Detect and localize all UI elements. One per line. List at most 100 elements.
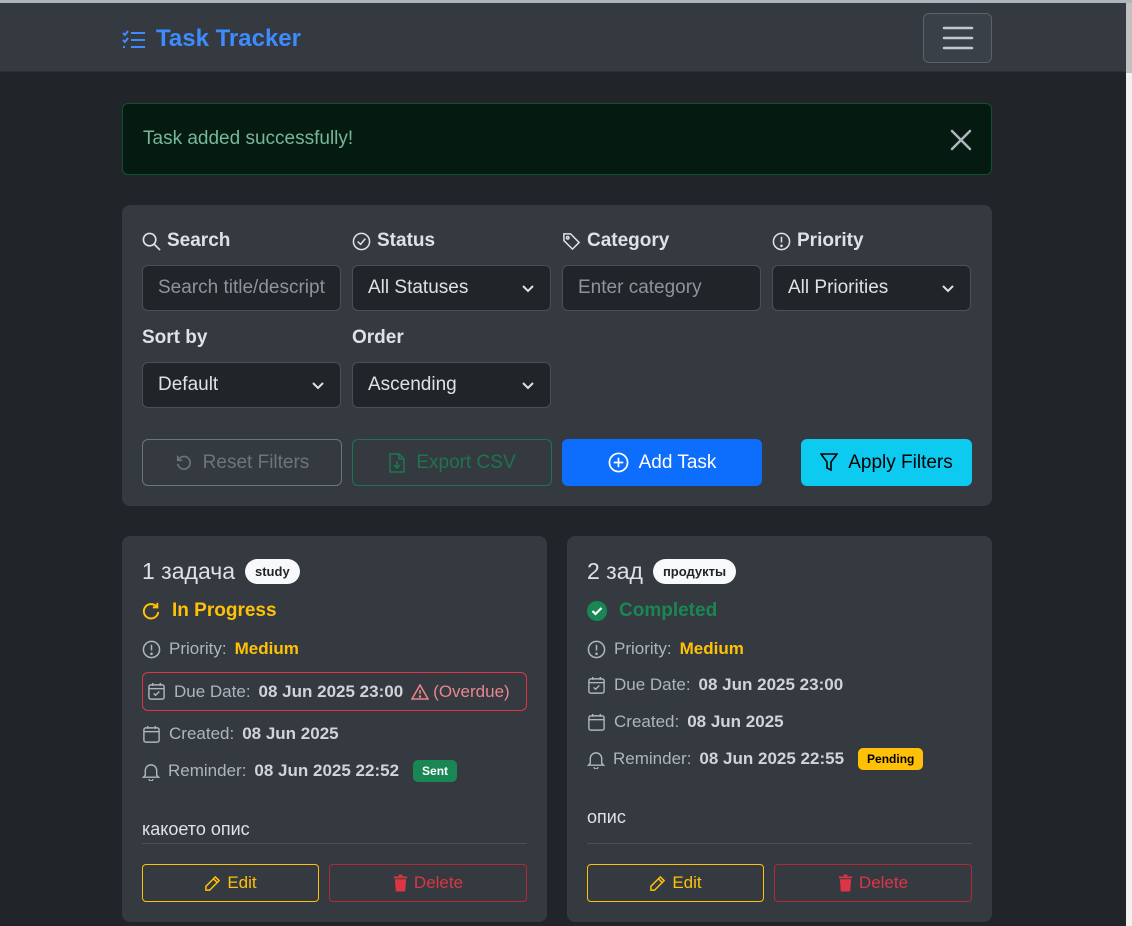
plus-circle-icon — [608, 452, 629, 473]
calendar-icon — [142, 725, 161, 744]
reset-filters-button[interactable]: Reset Filters — [142, 439, 342, 486]
edit-button[interactable]: Edit — [142, 864, 319, 902]
pencil-icon — [649, 875, 666, 892]
progress-arrow-icon — [142, 602, 160, 620]
card-divider — [142, 843, 527, 844]
apply-filters-label: Apply Filters — [848, 451, 953, 473]
calendar-check-icon — [147, 682, 166, 701]
page-scrollbar[interactable] — [1126, 3, 1132, 926]
due-date-overdue: Due Date: 08 Jun 2025 23:00 (Overdue) — [142, 672, 527, 711]
app-title: Task Tracker — [156, 25, 301, 52]
add-task-label: Add Task — [638, 451, 717, 473]
hamburger-icon — [942, 25, 974, 51]
calendar-icon — [587, 713, 606, 732]
task-status: In Progress — [142, 600, 277, 622]
export-csv-label: Export CSV — [416, 451, 516, 473]
exclamation-circle-icon — [142, 640, 161, 659]
tag-icon — [562, 232, 581, 251]
order-select[interactable]: Ascending — [352, 362, 551, 408]
delete-button[interactable]: Delete — [774, 864, 972, 902]
category-label: Category — [562, 230, 669, 252]
reset-filters-label: Reset Filters — [202, 451, 310, 473]
exclamation-circle-icon — [587, 640, 606, 659]
due-date-value: 08 Jun 2025 23:00 — [698, 675, 844, 694]
priority-select[interactable]: All Priorities — [772, 265, 971, 311]
export-csv-button[interactable]: Export CSV — [352, 439, 552, 486]
created-value: 08 Jun 2025 — [242, 724, 339, 743]
priority-select-value: All Priorities — [788, 277, 889, 298]
alert-message: Task added successfully! — [143, 128, 354, 149]
status-label: Status — [352, 230, 435, 252]
status-select-value: All Statuses — [368, 277, 469, 298]
navbar-toggle-button[interactable] — [923, 13, 992, 63]
priority-label: Priority — [772, 230, 864, 252]
task-description: какоето опис — [142, 819, 250, 839]
sort-by-select[interactable]: Default — [142, 362, 341, 408]
card-divider — [587, 843, 972, 844]
trash-icon — [393, 874, 408, 892]
overdue-note: (Overdue) — [411, 682, 510, 702]
reminder-status-badge: Pending — [858, 748, 924, 770]
task-reminder: Reminder: 08 Jun 2025 22:52 Sent — [142, 760, 458, 782]
apply-filters-button[interactable]: Apply Filters — [801, 439, 972, 486]
task-created: Created: 08 Jun 2025 — [142, 724, 339, 744]
chevron-down-icon — [941, 281, 955, 295]
reminder-value: 08 Jun 2025 22:55 — [699, 749, 845, 768]
list-check-icon — [122, 29, 146, 49]
task-description: опис — [587, 807, 626, 827]
sort-by-select-value: Default — [158, 374, 219, 395]
chevron-down-icon — [521, 378, 535, 392]
add-task-button[interactable]: Add Task — [562, 439, 762, 486]
reminder-status-badge: Sent — [413, 760, 458, 782]
exclamation-circle-icon — [772, 232, 791, 251]
filter-panel: Search Status All Statuses Category — [122, 205, 992, 506]
bell-icon — [142, 762, 160, 781]
scrollbar-thumb[interactable] — [1126, 3, 1132, 73]
task-reminder: Reminder: 08 Jun 2025 22:55 Pending — [587, 748, 924, 770]
edit-button[interactable]: Edit — [587, 864, 764, 902]
reminder-value: 08 Jun 2025 22:52 — [254, 761, 400, 780]
task-status: Completed — [587, 600, 717, 622]
file-download-icon — [388, 452, 406, 473]
category-badge: продукты — [652, 559, 737, 584]
created-value: 08 Jun 2025 — [687, 712, 784, 731]
warning-triangle-icon — [411, 683, 430, 700]
search-icon — [142, 232, 161, 251]
task-due-date: Due Date: 08 Jun 2025 23:00 — [587, 675, 843, 695]
order-label: Order — [352, 327, 404, 348]
task-priority: Priority: Medium — [587, 639, 744, 659]
task-card: 2 зад продукты Completed Priority: Mediu… — [567, 536, 992, 922]
trash-icon — [838, 874, 853, 892]
check-circle-filled-icon — [587, 601, 607, 621]
task-card: 1 задача study In Progress Priority: Med… — [122, 536, 547, 922]
close-icon[interactable] — [949, 128, 973, 152]
priority-value: Medium — [234, 639, 299, 658]
task-title-row: 2 зад продукты — [587, 558, 737, 585]
delete-button[interactable]: Delete — [329, 864, 527, 902]
bell-icon — [587, 750, 605, 769]
task-status-text: In Progress — [172, 600, 277, 621]
sort-by-label: Sort by — [142, 327, 208, 348]
category-input[interactable] — [562, 265, 761, 311]
order-select-value: Ascending — [368, 374, 457, 395]
task-created: Created: 08 Jun 2025 — [587, 712, 784, 732]
chevron-down-icon — [521, 281, 535, 295]
search-input[interactable] — [142, 265, 341, 311]
search-label: Search — [142, 230, 230, 252]
calendar-check-icon — [587, 676, 606, 695]
task-status-text: Completed — [619, 600, 718, 621]
task-title: 2 зад — [587, 558, 643, 584]
success-alert: Task added successfully! — [122, 103, 992, 175]
brand[interactable]: Task Tracker — [122, 25, 301, 53]
refresh-icon — [175, 454, 193, 472]
task-title-row: 1 задача study — [142, 558, 300, 585]
check-circle-icon — [352, 232, 371, 251]
chevron-down-icon — [311, 378, 325, 392]
task-title: 1 задача — [142, 558, 235, 584]
category-badge: study — [245, 559, 300, 584]
due-date-value: 08 Jun 2025 23:00 — [258, 681, 404, 701]
status-select[interactable]: All Statuses — [352, 265, 551, 311]
navbar: Task Tracker — [0, 3, 1126, 72]
task-priority: Priority: Medium — [142, 639, 299, 659]
priority-value: Medium — [679, 639, 744, 658]
